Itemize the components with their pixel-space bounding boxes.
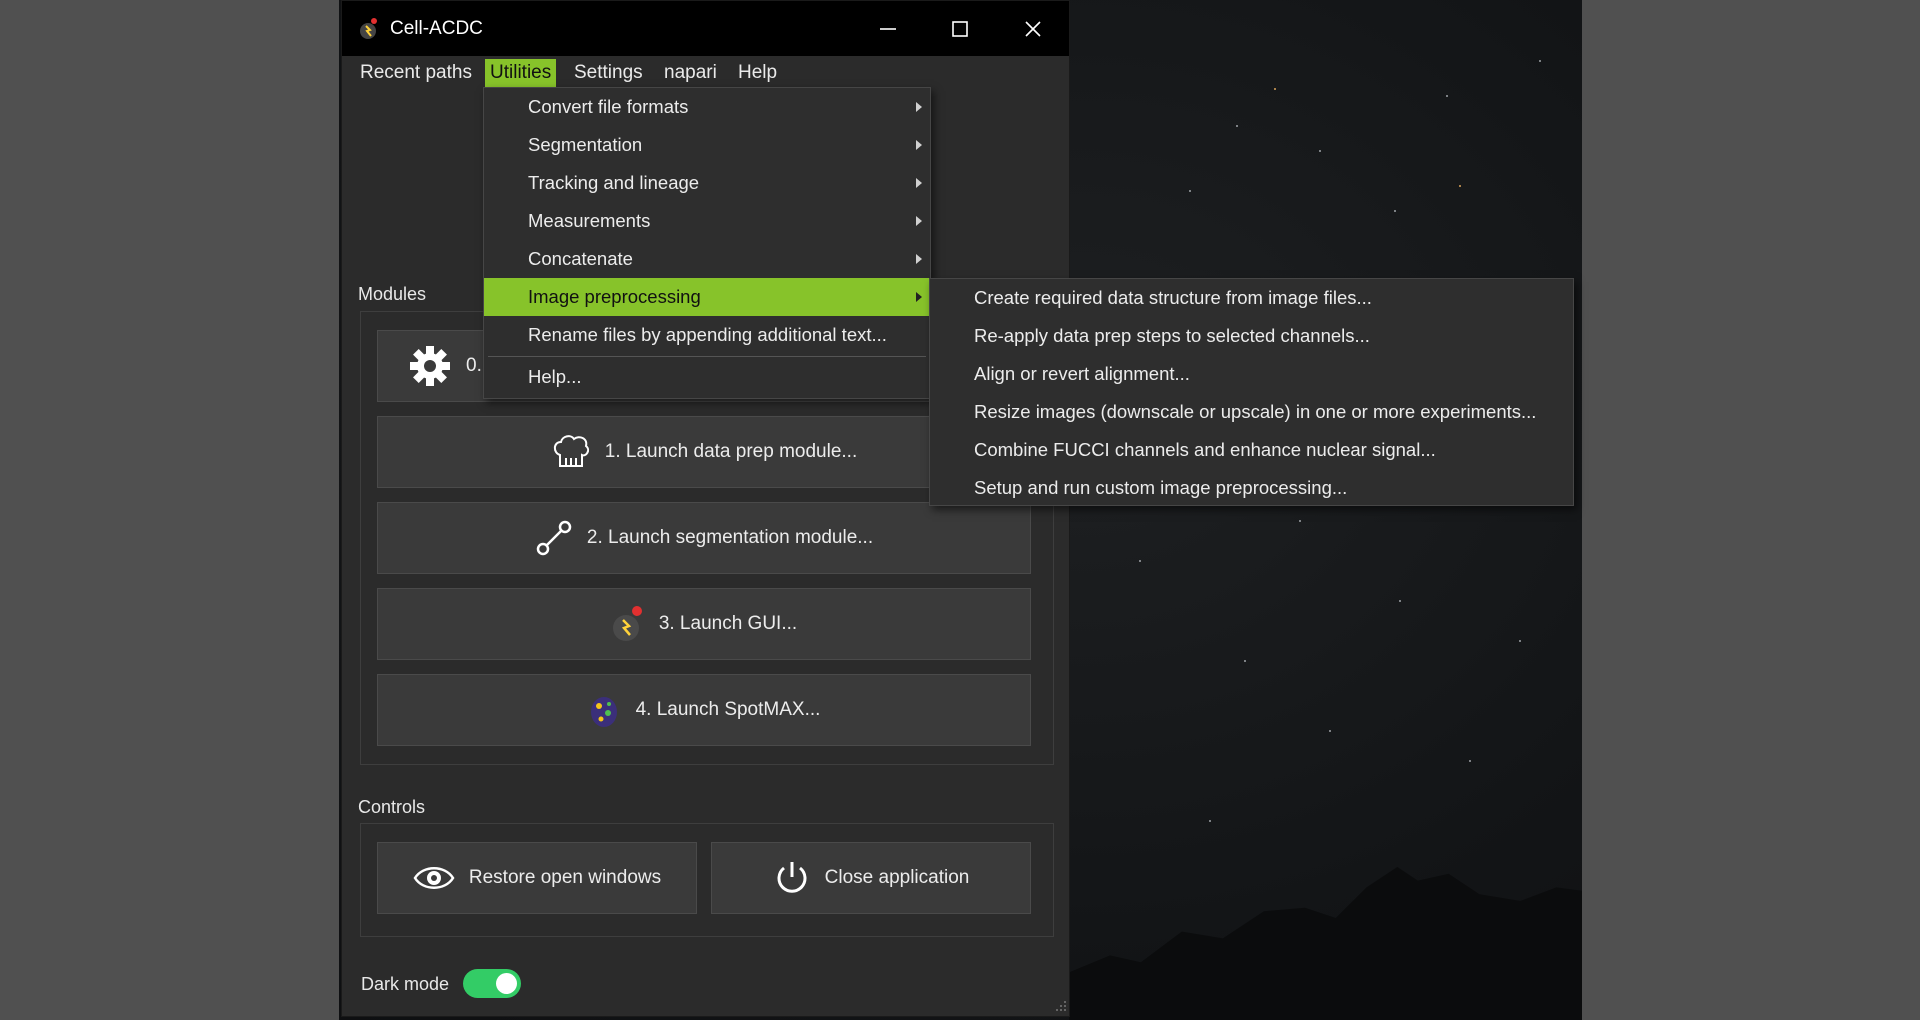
launch-segmentation-button[interactable]: 2. Launch segmentation module... xyxy=(377,502,1031,574)
controls-group: Restore open windows Close application xyxy=(360,823,1054,937)
close-window-button[interactable] xyxy=(997,1,1069,56)
submenu-item-create-data-structure[interactable]: Create required data structure from imag… xyxy=(930,279,1573,317)
maximize-icon xyxy=(952,20,968,37)
menu-separator xyxy=(488,356,926,357)
menu-napari[interactable]: napari xyxy=(659,59,722,87)
power-icon xyxy=(777,862,807,893)
launch-spotmax-button[interactable]: 4. Launch SpotMAX... xyxy=(377,674,1031,746)
title-bar[interactable]: Cell-ACDC xyxy=(342,1,1069,56)
submenu-item-custom-preprocessing[interactable]: Setup and run custom image preprocessing… xyxy=(930,469,1573,507)
menu-item-rename-files[interactable]: Rename files by appending additional tex… xyxy=(484,316,930,354)
menu-item-measurements[interactable]: Measurements xyxy=(484,202,930,240)
eye-icon xyxy=(413,867,455,889)
window-title: Cell-ACDC xyxy=(390,18,483,39)
submenu-item-resize-images[interactable]: Resize images (downscale or upscale) in … xyxy=(930,393,1573,431)
menu-settings[interactable]: Settings xyxy=(569,59,648,87)
menu-item-segmentation[interactable]: Segmentation xyxy=(484,126,930,164)
menu-item-help[interactable]: Help... xyxy=(484,358,930,396)
menu-item-convert-file-formats[interactable]: Convert file formats xyxy=(484,88,930,126)
menu-item-concatenate[interactable]: Concatenate xyxy=(484,240,930,278)
restore-windows-label: Restore open windows xyxy=(468,867,662,888)
spotmax-icon xyxy=(590,697,617,727)
submenu-item-combine-fucci[interactable]: Combine FUCCI channels and enhance nucle… xyxy=(930,431,1573,469)
submenu-arrow-icon xyxy=(916,216,922,226)
minimize-button[interactable] xyxy=(852,1,924,56)
submenu-arrow-icon xyxy=(916,254,922,264)
submenu-item-reapply-data-prep[interactable]: Re-apply data prep steps to selected cha… xyxy=(930,317,1573,355)
cell-acdc-app-icon xyxy=(360,18,377,39)
menu-bar: Recent paths Utilities Settings napari H… xyxy=(342,56,1069,88)
menu-item-tracking-and-lineage[interactable]: Tracking and lineage xyxy=(484,164,930,202)
maximize-button[interactable] xyxy=(924,1,996,56)
launch-gui-label: 3. Launch GUI... xyxy=(658,613,798,634)
menu-utilities[interactable]: Utilities xyxy=(485,59,557,87)
menu-recent-paths[interactable]: Recent paths xyxy=(355,59,477,87)
cell-acdc-icon xyxy=(612,606,642,641)
launch-gui-button[interactable]: 3. Launch GUI... xyxy=(377,588,1031,660)
dark-mode-label: Dark mode xyxy=(361,974,450,994)
dark-mode-toggle[interactable] xyxy=(463,969,521,998)
segmentation-icon xyxy=(536,520,572,556)
image-preprocessing-submenu: Create required data structure from imag… xyxy=(929,278,1574,506)
submenu-item-align[interactable]: Align or revert alignment... xyxy=(930,355,1573,393)
close-icon xyxy=(1025,20,1041,37)
submenu-arrow-icon xyxy=(916,292,922,302)
gear-icon xyxy=(410,346,450,386)
toggle-knob xyxy=(496,973,517,994)
menu-help[interactable]: Help xyxy=(733,59,782,87)
submenu-arrow-icon xyxy=(916,178,922,188)
controls-label: Controls xyxy=(358,797,426,817)
menu-item-image-preprocessing[interactable]: Image preprocessing xyxy=(484,278,930,316)
utilities-dropdown: Convert file formats Segmentation Tracki… xyxy=(483,87,931,399)
launch-data-prep-label: 1. Launch data prep module... xyxy=(604,441,858,462)
restore-windows-button[interactable]: Restore open windows xyxy=(377,842,697,914)
close-application-button[interactable]: Close application xyxy=(711,842,1031,914)
module-0-label: 0. xyxy=(466,355,482,376)
close-application-label: Close application xyxy=(824,867,970,888)
resize-grip-icon[interactable] xyxy=(1053,1000,1067,1014)
modules-label: Modules xyxy=(358,284,427,304)
chef-hat-icon xyxy=(553,435,589,467)
launch-spotmax-label: 4. Launch SpotMAX... xyxy=(635,699,821,720)
submenu-arrow-icon xyxy=(916,140,922,150)
minimize-icon xyxy=(880,27,896,30)
submenu-arrow-icon xyxy=(916,102,922,112)
launch-segmentation-label: 2. Launch segmentation module... xyxy=(586,527,874,548)
